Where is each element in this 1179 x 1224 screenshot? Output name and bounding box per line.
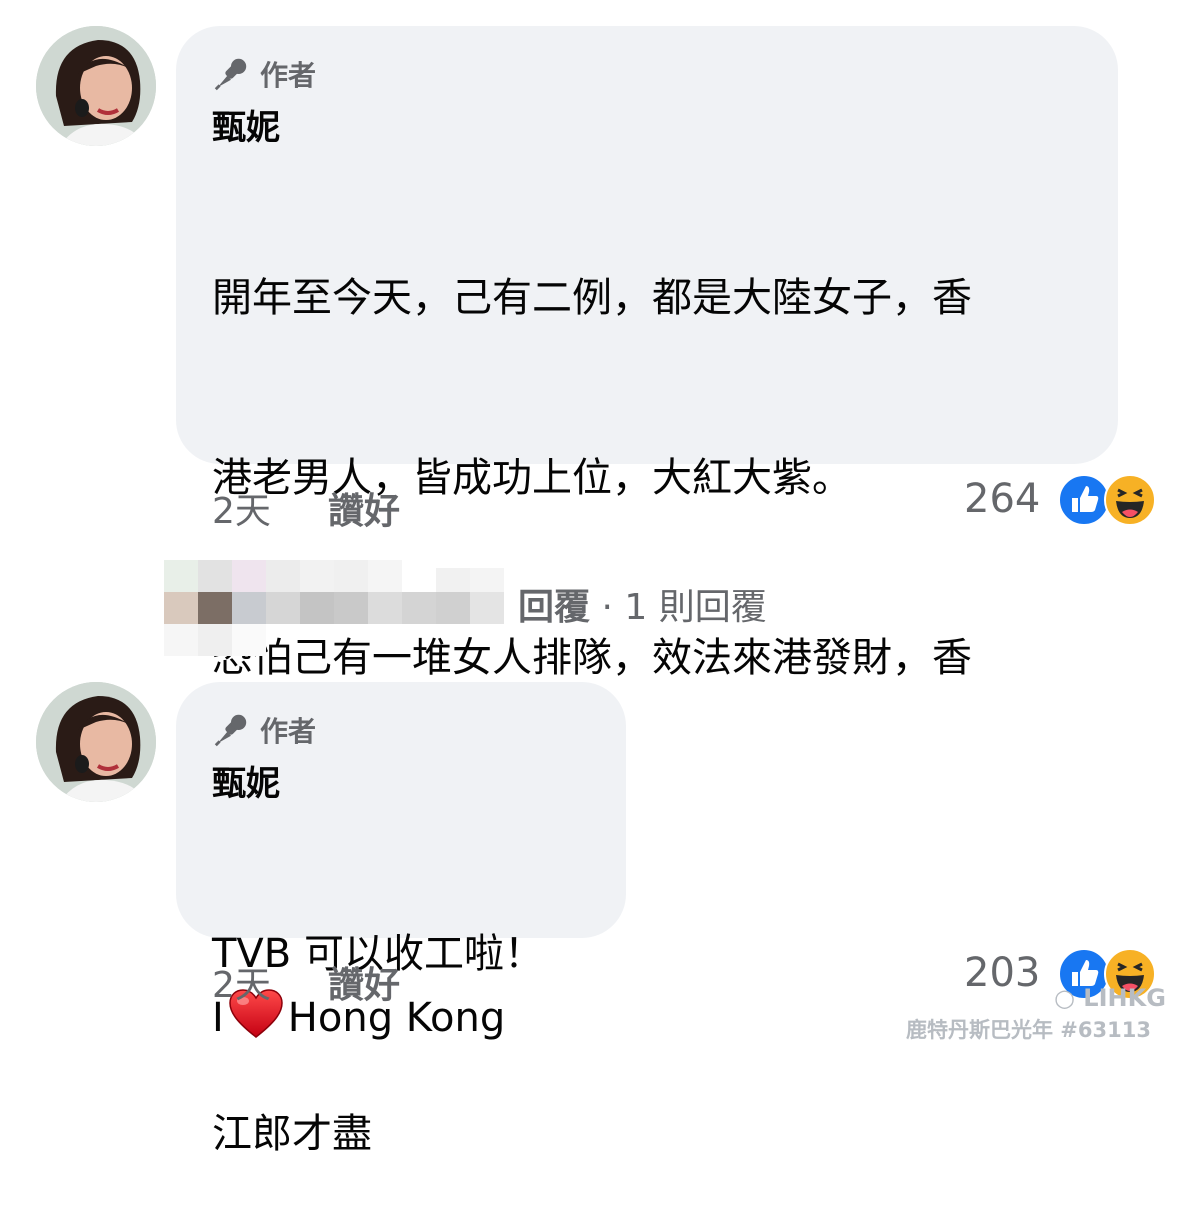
watermark-brand: LIHKG bbox=[1083, 984, 1166, 1012]
author-avatar[interactable] bbox=[36, 26, 156, 146]
reply-count-link[interactable]: 1 則回覆 bbox=[624, 587, 766, 628]
comment-line: 江郎才盡 bbox=[212, 1111, 372, 1157]
reply-row: 回覆 · 1 則回覆 bbox=[518, 578, 767, 630]
like-reaction-icon[interactable] bbox=[1058, 474, 1110, 526]
comment-timestamp[interactable]: 2天 bbox=[212, 956, 271, 1008]
like-button[interactable]: 讚好 bbox=[328, 956, 400, 1008]
haha-reaction-icon[interactable] bbox=[1104, 474, 1156, 526]
reaction-count[interactable]: 264 bbox=[964, 476, 1040, 522]
watermark-logo: ○ LIHKG bbox=[1054, 984, 1166, 1012]
author-avatar[interactable] bbox=[36, 682, 156, 802]
author-badge: 作者 bbox=[212, 710, 316, 750]
microphone-icon bbox=[214, 58, 247, 91]
blurred-replier-name bbox=[164, 560, 504, 656]
comment-author-name[interactable]: 甄妮 bbox=[212, 100, 280, 149]
comment-line: 港老男人，皆成功上位，大紅大紫。 bbox=[212, 455, 852, 501]
microphone-icon bbox=[214, 714, 247, 747]
comment-line: 開年至今天，己有二例，都是大陸女子，香 bbox=[212, 275, 972, 321]
reply-link[interactable]: 回覆 bbox=[518, 587, 590, 628]
author-badge: 作者 bbox=[212, 54, 316, 94]
reaction-count[interactable]: 203 bbox=[964, 950, 1040, 996]
like-button[interactable]: 讚好 bbox=[328, 482, 400, 534]
comment-author-name[interactable]: 甄妮 bbox=[212, 756, 280, 805]
watermark-mark-icon: ○ bbox=[1054, 984, 1084, 1012]
badge-label: 作者 bbox=[260, 715, 317, 748]
badge-label: 作者 bbox=[260, 59, 317, 92]
comment-timestamp[interactable]: 2天 bbox=[212, 482, 271, 534]
comment-text: TVB 可以收工啦！ 江郎才盡 bbox=[212, 804, 544, 1224]
reply-separator: · bbox=[601, 587, 613, 628]
watermark-caption: 鹿特丹斯巴光年 #63113 bbox=[906, 1018, 1151, 1042]
